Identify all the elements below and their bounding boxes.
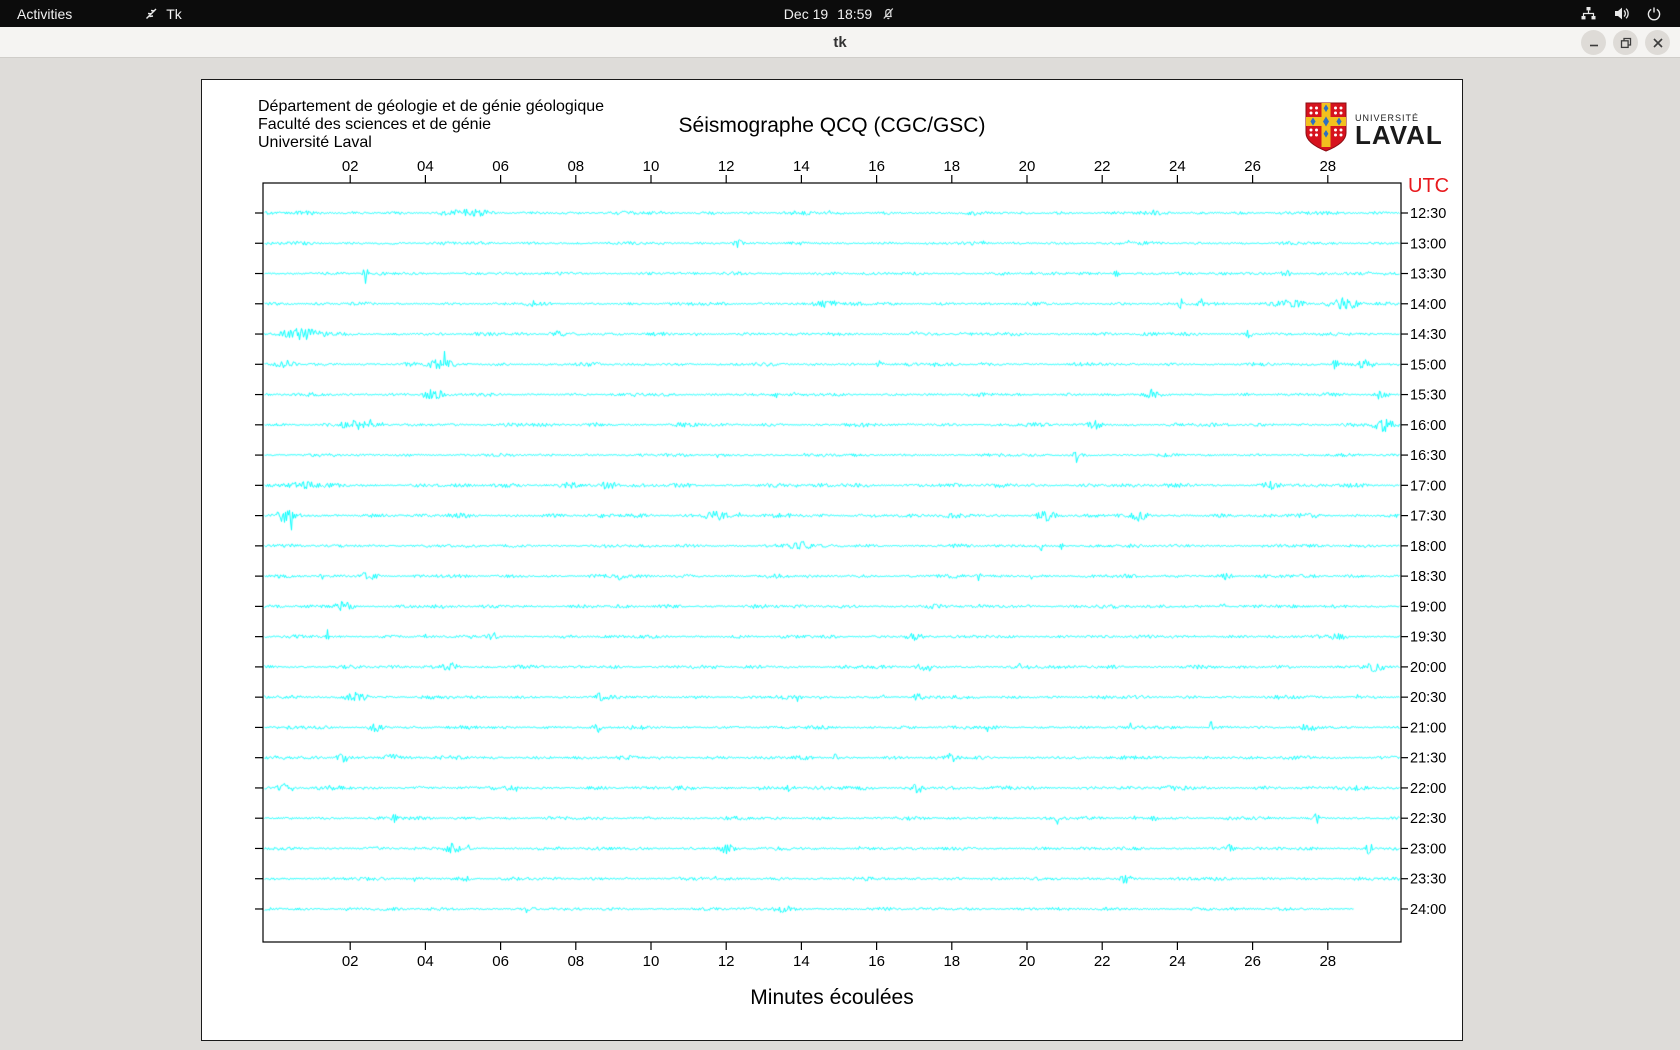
x-tick-label-bottom: 24 xyxy=(1169,953,1186,970)
x-tick-label-bottom: 20 xyxy=(1019,953,1036,970)
x-tick-label-top: 12 xyxy=(718,158,735,175)
seismogram-axes: 02 02 04 04 06 06 08 08 10 10 12 12 14 14 16 16 18 18 20 20… xyxy=(255,158,1449,1009)
x-tick-label-bottom: 16 xyxy=(868,953,885,970)
x-axis-title: Minutes écoulées xyxy=(750,986,913,1009)
tk-window-content: Département de géologie et de génie géol… xyxy=(0,58,1680,1050)
utc-axis-label: UTC xyxy=(1408,175,1449,197)
utc-time-label: 20:00 xyxy=(1410,660,1446,676)
utc-time-label: 18:30 xyxy=(1410,569,1446,585)
utc-time-label: 23:30 xyxy=(1410,872,1446,888)
app-indicator-tk[interactable]: Tk xyxy=(144,6,182,22)
x-tick-label-bottom: 10 xyxy=(643,953,660,970)
x-tick-label-top: 22 xyxy=(1094,158,1111,175)
utc-time-label: 21:00 xyxy=(1410,720,1446,736)
utc-time-label: 19:00 xyxy=(1410,599,1446,615)
utc-time-label: 17:30 xyxy=(1410,509,1446,525)
x-tick-label-top: 20 xyxy=(1019,158,1036,175)
utc-time-label: 18:00 xyxy=(1410,539,1446,555)
x-tick-label-top: 08 xyxy=(567,158,584,175)
x-tick-label-bottom: 28 xyxy=(1319,953,1336,970)
utc-time-label: 22:00 xyxy=(1410,781,1446,797)
x-tick-label-bottom: 06 xyxy=(492,953,509,970)
utc-time-label: 13:30 xyxy=(1410,267,1446,283)
network-wired-icon xyxy=(1580,5,1597,22)
minimize-button[interactable] xyxy=(1581,30,1606,55)
x-tick-label-bottom: 04 xyxy=(417,953,434,970)
utc-time-label: 14:30 xyxy=(1410,327,1446,343)
x-tick-label-top: 18 xyxy=(943,158,960,175)
utc-time-label: 13:00 xyxy=(1410,236,1446,252)
x-tick-label-bottom: 02 xyxy=(342,953,359,970)
utc-time-label: 24:00 xyxy=(1410,902,1446,918)
utc-time-label: 15:00 xyxy=(1410,357,1446,373)
x-tick-label-top: 28 xyxy=(1319,158,1336,175)
seismogram-page: Département de géologie et de génie géol… xyxy=(201,79,1464,1042)
x-tick-label-top: 24 xyxy=(1169,158,1186,175)
x-tick-label-top: 16 xyxy=(868,158,885,175)
restore-button[interactable] xyxy=(1613,30,1638,55)
x-tick-label-top: 02 xyxy=(342,158,359,175)
x-tick-label-bottom: 26 xyxy=(1244,953,1261,970)
app-indicator-label: Tk xyxy=(166,5,182,22)
utc-time-label: 17:00 xyxy=(1410,478,1446,494)
utc-time-label: 21:30 xyxy=(1410,751,1446,767)
x-tick-label-top: 26 xyxy=(1244,158,1261,175)
utc-time-label: 15:30 xyxy=(1410,388,1446,404)
x-tick-label-top: 06 xyxy=(492,158,509,175)
x-tick-label-bottom: 22 xyxy=(1094,953,1111,970)
plot-border xyxy=(262,182,1402,943)
x-tick-label-bottom: 14 xyxy=(793,953,810,970)
clock-menu[interactable]: Dec 19 18:59 xyxy=(784,0,896,27)
x-tick-label-bottom: 12 xyxy=(718,953,735,970)
clock-date: Dec 19 xyxy=(783,5,829,22)
utc-time-label: 12:30 xyxy=(1410,206,1446,222)
tk-app-icon xyxy=(144,6,159,21)
activities-button[interactable]: Activities xyxy=(0,0,89,27)
notifications-off-icon xyxy=(881,6,896,21)
x-tick-label-top: 10 xyxy=(643,158,660,175)
utc-time-label: 16:00 xyxy=(1410,418,1446,434)
window-titlebar[interactable]: tk xyxy=(0,27,1680,58)
power-icon xyxy=(1646,6,1662,22)
x-tick-label-bottom: 08 xyxy=(567,953,584,970)
utc-time-label: 20:30 xyxy=(1410,690,1446,706)
utc-time-label: 14:00 xyxy=(1410,297,1446,313)
utc-time-label: 16:30 xyxy=(1410,448,1446,464)
utc-time-label: 23:00 xyxy=(1410,841,1446,857)
utc-time-label: 19:30 xyxy=(1410,630,1446,646)
x-tick-label-bottom: 18 xyxy=(943,953,960,970)
close-button[interactable] xyxy=(1645,30,1670,55)
window-title: tk xyxy=(833,34,847,51)
x-tick-label-top: 04 xyxy=(417,158,434,175)
x-tick-label-top: 14 xyxy=(793,158,810,175)
gnome-top-bar: Activities Tk Dec 19 18:59 xyxy=(0,0,1680,27)
system-status-area[interactable] xyxy=(1562,0,1680,27)
utc-time-label: 22:30 xyxy=(1410,811,1446,827)
clock-time: 18:59 xyxy=(837,5,873,22)
volume-icon xyxy=(1613,5,1630,22)
